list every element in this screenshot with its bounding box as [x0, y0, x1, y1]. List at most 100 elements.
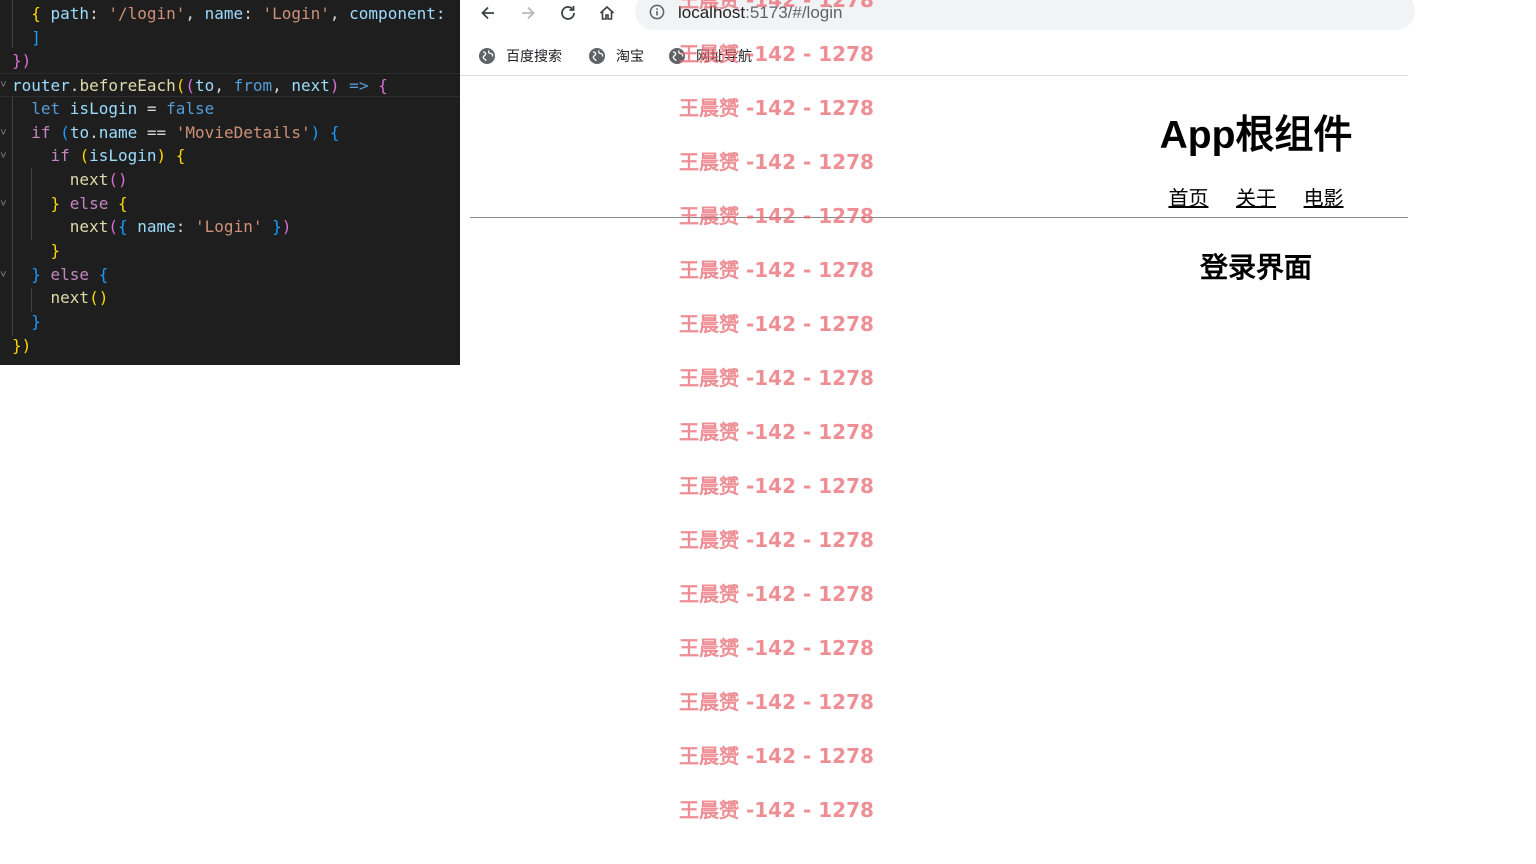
code-token: ,	[185, 4, 205, 23]
browser-window: localhost:5173/#/login 百度搜索 淘宝 网址导航 App根…	[460, 0, 1415, 864]
bookmark-baidu[interactable]: 百度搜索	[478, 44, 562, 68]
code-token: :	[175, 217, 196, 237]
code-token: name	[204, 4, 244, 23]
code-token: {	[117, 193, 128, 213]
code-line: router.beforeEach((to, from, next) => {	[0, 73, 460, 98]
code-token: )	[310, 122, 330, 142]
code-token: }	[50, 193, 70, 213]
reload-button[interactable]	[553, 0, 583, 26]
bookmark-nav[interactable]: 网址导航	[668, 44, 752, 68]
code-token: next	[50, 288, 90, 308]
info-icon[interactable]	[649, 4, 665, 20]
code-token: else	[50, 264, 99, 284]
forward-button[interactable]	[513, 0, 543, 26]
code-token: path	[50, 4, 90, 23]
address-bar[interactable]: localhost:5173/#/login	[635, 0, 1415, 30]
arrow-left-icon	[481, 6, 494, 20]
code-token: ()	[89, 288, 109, 308]
code-line: } else {	[12, 192, 128, 216]
code-token: {	[117, 217, 138, 237]
fold-chevron-icon[interactable]: ˅	[0, 73, 7, 97]
nav-link-movies[interactable]: 电影	[1304, 188, 1344, 210]
back-button[interactable]	[473, 0, 503, 26]
code-line: }	[12, 239, 61, 263]
code-token: if	[31, 122, 61, 142]
code-token: (	[79, 146, 90, 166]
code-line: })	[12, 49, 31, 73]
code-token: )	[329, 76, 340, 96]
code-line: let isLogin = false	[12, 97, 214, 121]
code-token: )	[156, 146, 176, 166]
code-token: ,	[329, 4, 350, 23]
code-token: :	[89, 4, 109, 23]
fold-chevron-icon[interactable]: ˅	[0, 192, 7, 216]
code-line: })	[12, 334, 31, 358]
code-token: next	[291, 76, 330, 96]
code-line: } else {	[12, 263, 108, 287]
code-token: (	[60, 122, 70, 142]
globe-icon	[589, 48, 605, 64]
fold-chevron-icon[interactable]: ˅	[0, 263, 7, 287]
code-token: name	[98, 122, 138, 142]
code-token: ,	[214, 76, 234, 96]
code-token: )	[281, 217, 292, 237]
browser-toolbar: localhost:5173/#/login	[460, 0, 1415, 30]
code-token: {	[98, 264, 109, 284]
code-token: to	[69, 122, 90, 142]
url-host: localhost	[678, 3, 746, 22]
code-line: ]	[12, 26, 41, 50]
code-line: next()	[12, 286, 109, 310]
code-editor[interactable]: { path: '/login', name: 'Login', compone…	[0, 0, 460, 365]
url-text[interactable]: localhost:5173/#/login	[678, 1, 842, 25]
code-token: else	[69, 193, 118, 213]
code-token: name	[137, 217, 176, 237]
code-token: }	[262, 217, 282, 237]
code-token: (	[108, 217, 118, 237]
bookmark-label: 百度搜索	[506, 48, 562, 64]
code-token: to	[195, 76, 215, 96]
nav-link-home[interactable]: 首页	[1168, 188, 1208, 210]
code-token: =	[137, 98, 167, 118]
home-button[interactable]	[592, 0, 622, 26]
code-token: false	[166, 98, 215, 118]
code-line: { path: '/login', name: 'Login', compone…	[12, 2, 445, 26]
bookmarks-bar: 百度搜索 淘宝 网址导航	[460, 38, 1408, 74]
code-token: })	[12, 51, 32, 71]
code-token: .	[89, 122, 99, 142]
code-line: next({ name: 'Login' })	[12, 215, 292, 239]
code-token: next	[69, 169, 109, 189]
code-line: if (isLogin) {	[12, 144, 186, 168]
code-token: 'Login'	[195, 217, 263, 237]
divider	[470, 217, 1408, 218]
fold-chevron-icon[interactable]: ˅	[0, 144, 7, 168]
code-line: if (to.name == 'MovieDetails') {	[12, 121, 340, 145]
code-token: =>	[339, 76, 379, 96]
login-view-title: 登录界面	[1199, 252, 1312, 283]
code-line: }	[12, 310, 41, 334]
bookmark-label: 网址导航	[696, 48, 752, 64]
bookmark-label: 淘宝	[616, 48, 644, 64]
code-token: :	[243, 4, 263, 23]
code-token: {	[378, 76, 388, 96]
code-token: from	[233, 76, 273, 96]
code-token: ]	[31, 27, 41, 47]
url-path: :5173/#/login	[745, 3, 843, 22]
fold-chevron-icon[interactable]: ˅	[0, 121, 7, 145]
code-token: ()	[108, 169, 128, 189]
bookmark-taobao[interactable]: 淘宝	[588, 44, 644, 68]
code-token: {	[31, 4, 51, 23]
code-token: }	[50, 241, 61, 260]
arrow-right-icon	[522, 6, 535, 20]
reload-icon	[561, 6, 575, 20]
nav-link-about[interactable]: 关于	[1236, 188, 1276, 210]
code-token: {	[329, 122, 340, 142]
globe-icon	[479, 48, 495, 64]
code-token: }	[31, 312, 41, 332]
